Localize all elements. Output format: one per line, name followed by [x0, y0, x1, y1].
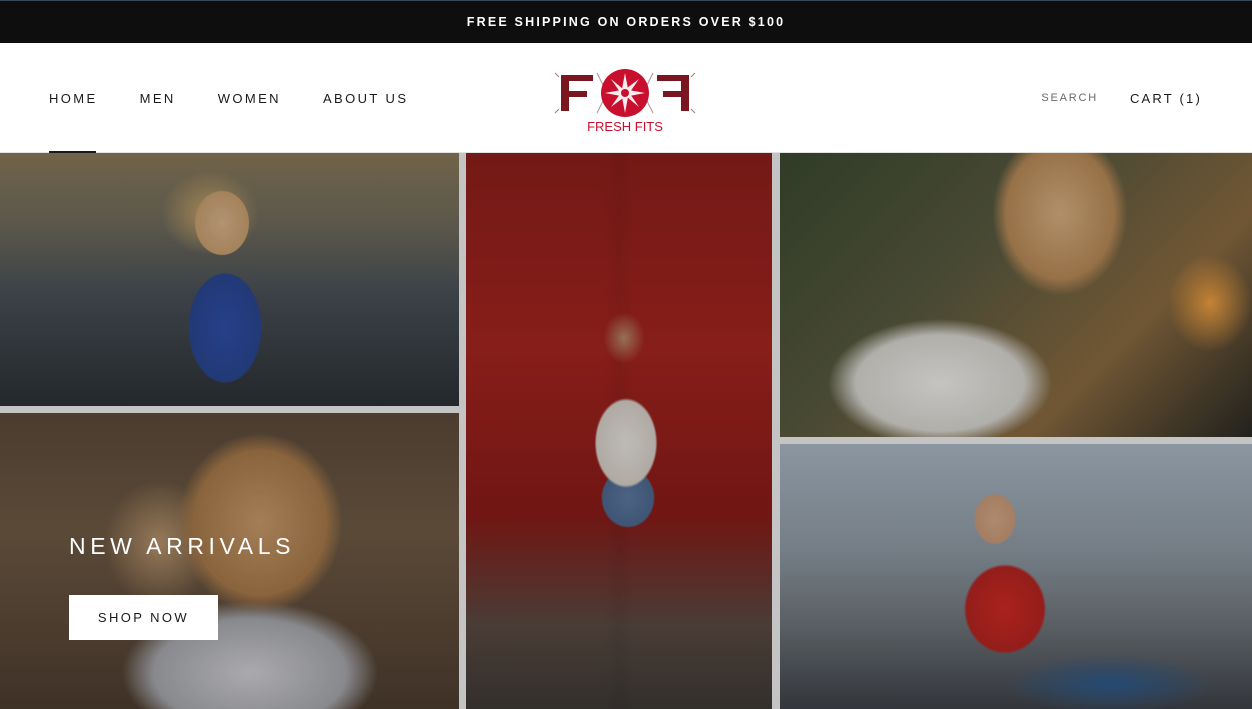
- logo-wordmark: FRESH FITS: [587, 119, 663, 134]
- nav-item-home[interactable]: HOME: [49, 43, 98, 153]
- photo-woman-red-top-ride: [780, 444, 1252, 709]
- grid-gutter: [0, 406, 459, 413]
- photo-man-sunset: [780, 153, 1252, 437]
- fresh-fits-logo-icon: FRESH FITS: [554, 69, 696, 134]
- photo-woman-red-wall: [466, 153, 772, 709]
- nav-item-about-us[interactable]: ABOUT US: [323, 43, 408, 153]
- photo-couple-sunglasses: [0, 413, 459, 709]
- announcement-bar: FREE SHIPPING ON ORDERS OVER $100: [0, 0, 1252, 43]
- hero-title: NEW ARRIVALS: [69, 533, 296, 559]
- site-header: HOME MEN WOMEN ABOUT US FRESH FITS SEARC…: [0, 43, 1252, 153]
- hero-banner: NEW ARRIVALS SHOP NOW: [0, 153, 1252, 709]
- cart-link[interactable]: CART (1): [1130, 91, 1202, 106]
- grid-gutter: [772, 153, 780, 709]
- brand-logo[interactable]: FRESH FITS: [553, 65, 697, 135]
- grid-gutter: [780, 437, 1252, 444]
- main-nav: HOME MEN WOMEN ABOUT US: [49, 43, 450, 153]
- search-link[interactable]: SEARCH: [1041, 92, 1098, 104]
- header-actions: SEARCH CART (1): [1041, 43, 1202, 153]
- announcement-text: FREE SHIPPING ON ORDERS OVER $100: [466, 15, 786, 29]
- photo-woman-blue-shirt: [0, 153, 459, 406]
- shop-now-button[interactable]: SHOP NOW: [69, 595, 218, 640]
- nav-item-women[interactable]: WOMEN: [218, 43, 281, 153]
- grid-gutter: [459, 153, 466, 709]
- nav-item-men[interactable]: MEN: [140, 43, 176, 153]
